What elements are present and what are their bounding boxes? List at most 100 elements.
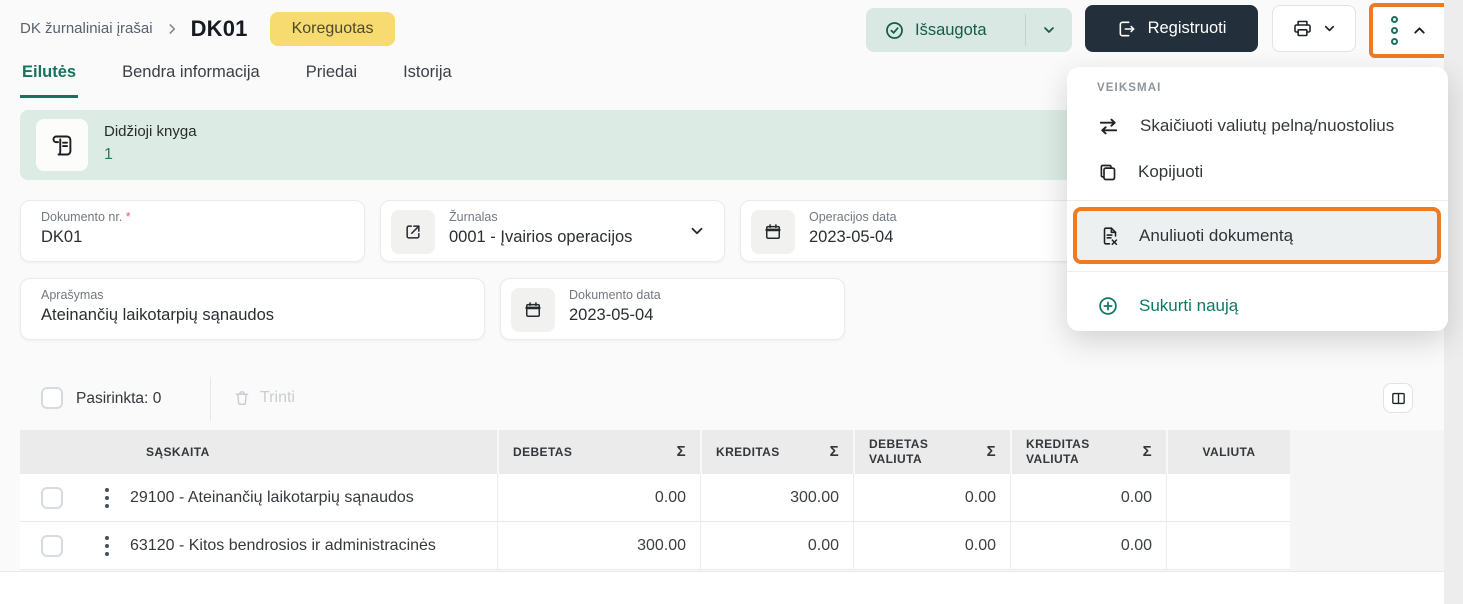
operation-date-field[interactable]: Operacijos data 2023-05-04 [740, 200, 1090, 262]
description-field[interactable]: Aprašymas Ateinančių laikotarpių sąnaudo… [20, 278, 485, 340]
divider [1067, 271, 1448, 272]
account-cell[interactable]: 63120 - Kitos bendrosios ir administraci… [130, 522, 497, 569]
currency-cell[interactable] [1166, 474, 1290, 521]
check-circle-icon [884, 20, 905, 41]
description-label: Aprašymas [41, 288, 274, 302]
columns-icon [1390, 390, 1407, 407]
tab-istorija[interactable]: Istorija [401, 57, 454, 98]
document-no-value: DK01 [41, 228, 131, 247]
page-title: DK01 [191, 16, 248, 42]
column-header-kreditas-valiuta[interactable]: KREDITAS VALIUTAΣ [1010, 430, 1166, 474]
saved-dropdown-toggle[interactable] [1026, 8, 1072, 52]
register-label: Registruoti [1148, 19, 1227, 38]
debit-currency-cell[interactable]: 0.00 [853, 522, 1010, 569]
saved-split-button[interactable]: Išsaugota [866, 8, 1072, 52]
document-no-label: Dokumento nr. [41, 210, 122, 224]
printer-icon [1292, 18, 1313, 39]
tab-bar: Eilutės Bendra informacija Priedai Istor… [20, 57, 454, 98]
tab-bendra-informacija[interactable]: Bendra informacija [120, 57, 262, 98]
breadcrumb: DK žurnaliniai įrašai DK01 Koreguotas [20, 0, 395, 57]
sum-icon: Σ [830, 443, 839, 462]
sum-icon: Σ [987, 443, 996, 462]
column-header-saskaita[interactable]: SĄSKAITA [130, 430, 497, 474]
credit-currency-cell[interactable]: 0.00 [1010, 474, 1166, 521]
delete-rows-button[interactable]: Trinti [233, 389, 295, 407]
column-header-debetas[interactable]: DEBETASΣ [497, 430, 700, 474]
row-menu-icon[interactable] [105, 488, 109, 508]
selected-count: 0 [153, 390, 162, 407]
tab-priedai[interactable]: Priedai [304, 57, 359, 98]
saved-label: Išsaugota [915, 21, 987, 40]
external-link-icon[interactable] [391, 210, 435, 254]
table-row[interactable]: 63120 - Kitos bendrosios ir administraci… [20, 522, 1290, 570]
status-badge: Koreguotas [270, 12, 396, 46]
document-date-field[interactable]: Dokumento data 2023-05-04 [500, 278, 845, 340]
header-checkbox-col [20, 430, 84, 474]
table-empty-area [1290, 430, 1444, 571]
tab-eilutes[interactable]: Eilutės [20, 57, 78, 98]
header-actions-col [84, 430, 130, 474]
credit-cell[interactable]: 300.00 [700, 474, 853, 521]
kebab-menu-icon [1391, 16, 1398, 45]
operation-date-label: Operacijos data [809, 210, 897, 224]
description-value: Ateinančių laikotarpių sąnaudos [41, 306, 274, 325]
menu-item-copy[interactable]: Kopijuoti [1067, 149, 1448, 195]
print-split-button[interactable] [1272, 5, 1356, 52]
trash-icon [233, 389, 251, 407]
row-checkbox[interactable] [41, 535, 63, 557]
more-actions-button-highlighted[interactable] [1369, 3, 1449, 58]
menu-item-create-new[interactable]: Sukurti naują [1067, 283, 1448, 329]
swap-arrows-icon [1097, 115, 1120, 138]
debit-cell[interactable]: 300.00 [497, 522, 700, 569]
column-settings-button[interactable] [1383, 383, 1413, 413]
chevron-down-icon [1322, 21, 1337, 36]
breadcrumb-parent-link[interactable]: DK žurnaliniai įrašai [20, 20, 153, 37]
menu-section-title: VEIKSMAI [1097, 82, 1161, 94]
account-cell[interactable]: 29100 - Ateinančių laikotarpių sąnaudos [130, 474, 497, 521]
debit-currency-cell[interactable]: 0.00 [853, 474, 1010, 521]
table-row[interactable]: 29100 - Ateinančių laikotarpių sąnaudos … [20, 474, 1290, 522]
copy-icon [1097, 162, 1118, 183]
debit-cell[interactable]: 0.00 [497, 474, 700, 521]
menu-item-cancel-document-highlighted[interactable]: Anuliuoti dokumentą [1073, 207, 1441, 264]
required-asterisk: * [126, 210, 131, 224]
document-date-value: 2023-05-04 [569, 306, 661, 325]
plus-circle-icon [1097, 295, 1119, 317]
scroll-ledger-icon [36, 119, 88, 171]
banner-label: Didžioji knyga [104, 123, 197, 140]
row-checkbox[interactable] [41, 487, 63, 509]
column-header-valiuta[interactable]: VALIUTA [1166, 430, 1290, 474]
credit-currency-cell[interactable]: 0.00 [1010, 522, 1166, 569]
journal-label: Žurnalas [449, 210, 632, 224]
banner-value: 1 [104, 146, 113, 164]
document-no-field[interactable]: Dokumento nr. * DK01 [20, 200, 365, 262]
document-date-label: Dokumento data [569, 288, 661, 302]
menu-item-calculate-fx[interactable]: Skaičiuoti valiutų pelną/nuostolius [1067, 103, 1448, 149]
chevron-down-icon [1041, 22, 1057, 38]
calendar-icon[interactable] [511, 288, 555, 332]
register-icon [1117, 19, 1137, 39]
operation-date-value: 2023-05-04 [809, 228, 897, 247]
chevron-down-icon[interactable] [688, 222, 706, 240]
row-menu-icon[interactable] [105, 536, 109, 556]
delete-label: Trinti [260, 389, 295, 407]
divider [210, 377, 211, 421]
column-header-debetas-valiuta[interactable]: DEBETAS VALIUTAΣ [853, 430, 1010, 474]
journal-field[interactable]: Žurnalas 0001 - Įvairios operacijos [380, 200, 725, 262]
document-x-icon [1099, 225, 1121, 247]
journal-value: 0001 - Įvairios operacijos [449, 228, 632, 247]
select-all-checkbox[interactable] [41, 387, 63, 409]
horizontal-scrollbar[interactable] [0, 572, 1444, 604]
chevron-up-icon [1411, 22, 1428, 39]
selected-count-text: Pasirinkta: 0 [76, 390, 161, 408]
register-button[interactable]: Registruoti [1085, 5, 1258, 52]
sum-icon: Σ [677, 443, 686, 462]
table-header-row: SĄSKAITA DEBETASΣ KREDITASΣ DEBETAS VALI… [20, 430, 1290, 474]
calendar-icon[interactable] [751, 210, 795, 254]
credit-cell[interactable]: 0.00 [700, 522, 853, 569]
sum-icon: Σ [1143, 443, 1152, 462]
chevron-right-icon [165, 22, 179, 36]
currency-cell[interactable] [1166, 522, 1290, 569]
divider [1067, 200, 1448, 201]
column-header-kreditas[interactable]: KREDITASΣ [700, 430, 853, 474]
